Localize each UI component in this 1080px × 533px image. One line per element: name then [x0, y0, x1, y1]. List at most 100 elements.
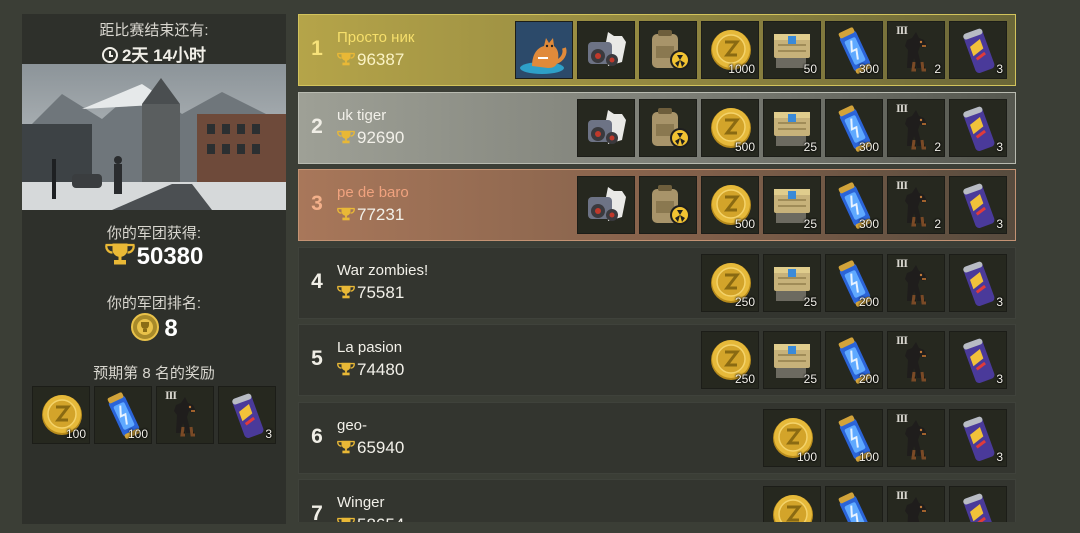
reward-slot[interactable] — [639, 98, 697, 157]
reward-slot[interactable]: 1000 — [701, 21, 759, 79]
reward-slot[interactable]: 250 — [701, 253, 759, 312]
reward-slot[interactable]: III — [887, 486, 945, 522]
score-value: 58654 — [357, 515, 404, 522]
reward-quantity: 300 — [858, 217, 879, 231]
reward-slot[interactable]: III 2 — [887, 21, 945, 79]
reward-quantity: 100 — [65, 427, 86, 441]
tier-label: III — [896, 23, 908, 37]
reward-quantity: 2 — [934, 62, 941, 76]
reward-slot[interactable]: 200 — [825, 253, 883, 312]
reward-quantity: 50 — [803, 62, 817, 76]
reward-slot[interactable]: 3 — [949, 253, 1007, 312]
reward-quantity: 25 — [803, 217, 817, 231]
reward-slot[interactable] — [639, 21, 697, 79]
trophy-icon — [337, 360, 357, 379]
reward-slot[interactable]: III — [887, 331, 945, 389]
reward-slot[interactable]: 3 — [949, 21, 1007, 79]
reward-slot[interactable]: 100 — [94, 386, 152, 444]
reward-quantity: 25 — [803, 294, 817, 309]
reward-slot[interactable]: 3 — [949, 98, 1007, 157]
event-banner-image — [22, 64, 286, 210]
reward-slot[interactable]: 200 — [825, 331, 883, 389]
reward-slot[interactable] — [577, 21, 635, 79]
row-rewards: III — [763, 486, 1007, 522]
reward-quantity: 25 — [803, 139, 817, 154]
reward-quantity: 25 — [803, 372, 817, 386]
row-rewards: 250 25 200 III 3 — [701, 331, 1007, 389]
reward-quantity: 200 — [858, 294, 879, 309]
ranking-row[interactable]: 3 pe de baro 77231 500 25 300 III 2 3 — [298, 169, 1016, 241]
guild-score: 96387 — [337, 50, 404, 70]
reward-quantity: 500 — [734, 217, 755, 231]
earned-value: 50380 — [136, 243, 204, 270]
reward-quantity: 100 — [796, 449, 817, 464]
ranking-row[interactable]: 5 La pasion 74480 250 25 200 III 3 — [298, 324, 1016, 396]
reward-slot[interactable]: 25 — [763, 331, 821, 389]
reward-slot[interactable]: 25 — [763, 176, 821, 234]
expected-reward-label: 预期第 8 名的奖励 — [93, 365, 215, 382]
score-value: 75581 — [357, 282, 405, 302]
guild-name: Просто ник — [337, 29, 415, 46]
ranking-list[interactable]: 1 Просто ник 96387 1000 50 300 III 2 3 2 uk tiger 9… — [298, 14, 1016, 522]
ranking-row[interactable]: 7 Winger 58654 III — [298, 479, 1016, 522]
score-value: 74480 — [357, 360, 405, 379]
reward-slot[interactable]: 25 — [763, 98, 821, 157]
reward-slot[interactable]: III 2 — [887, 176, 945, 234]
reward-slot[interactable]: 300 — [825, 21, 883, 79]
reward-slot[interactable] — [763, 486, 821, 522]
trophy-icon — [337, 50, 357, 69]
reward-slot[interactable] — [577, 176, 635, 234]
ranking-row[interactable]: 2 uk tiger 92690 500 25 300 III 2 3 — [298, 91, 1016, 164]
guild-score: 74480 — [337, 360, 404, 380]
score-value: 92690 — [357, 127, 405, 147]
tier-label: III — [896, 255, 908, 270]
reward-slot[interactable]: 100 — [32, 386, 90, 444]
rank-number: 5 — [311, 347, 323, 370]
reward-quantity: 3 — [996, 62, 1003, 76]
rank-number: 4 — [311, 269, 323, 293]
reward-slot[interactable]: 3 — [218, 386, 276, 444]
trophy-icon — [337, 438, 357, 457]
guild-score: 58654 — [337, 515, 404, 522]
reward-slot[interactable] — [515, 21, 573, 79]
reward-quantity: 250 — [734, 372, 755, 386]
rank-label: 你的军团排名: — [106, 295, 202, 312]
score-value: 96387 — [357, 50, 405, 69]
reward-quantity: 100 — [858, 449, 879, 464]
reward-slot[interactable]: 500 — [701, 98, 759, 157]
reward-slot[interactable]: III 2 — [887, 98, 945, 157]
score-value: 65940 — [357, 437, 405, 457]
reward-slot[interactable]: III — [887, 408, 945, 467]
reward-slot[interactable]: 250 — [701, 331, 759, 389]
reward-slot[interactable]: III — [887, 253, 945, 312]
guild-name: War zombies! — [337, 261, 429, 279]
reward-quantity: 2 — [934, 217, 941, 231]
reward-slot[interactable]: 500 — [701, 176, 759, 234]
reward-slot[interactable] — [825, 486, 883, 522]
reward-slot[interactable]: 300 — [825, 98, 883, 157]
reward-quantity: 3 — [996, 294, 1003, 309]
ranking-row[interactable]: 1 Просто ник 96387 1000 50 300 III 2 3 — [298, 14, 1016, 86]
reward-slot[interactable]: 100 — [763, 408, 821, 467]
tier-label: III — [896, 488, 908, 502]
guild-score: 65940 — [337, 438, 404, 458]
reward-quantity: 500 — [734, 139, 755, 154]
reward-slot[interactable]: 3 — [949, 176, 1007, 234]
reward-quantity: 3 — [996, 217, 1003, 231]
row-rewards: 500 25 300 III 2 3 — [577, 176, 1007, 234]
ranking-row[interactable]: 4 War zombies! 75581 250 25 200 III 3 — [298, 246, 1016, 319]
reward-slot[interactable] — [949, 486, 1007, 522]
reward-slot[interactable]: 25 — [763, 253, 821, 312]
reward-slot[interactable]: 3 — [949, 408, 1007, 467]
reward-slot[interactable] — [577, 98, 635, 157]
reward-slot[interactable] — [639, 176, 697, 234]
ranking-row[interactable]: 6 geo- 65940 100 100 III 3 — [298, 401, 1016, 474]
score-value: 77231 — [357, 205, 405, 224]
reward-slot[interactable]: 3 — [949, 331, 1007, 389]
reward-slot[interactable]: 50 — [763, 21, 821, 79]
reward-slot[interactable]: 100 — [825, 408, 883, 467]
reward-slot[interactable]: III — [156, 386, 214, 444]
row-rewards: 100 100 III 3 — [763, 408, 1007, 467]
guild-score: 75581 — [337, 283, 404, 303]
reward-slot[interactable]: 300 — [825, 176, 883, 234]
